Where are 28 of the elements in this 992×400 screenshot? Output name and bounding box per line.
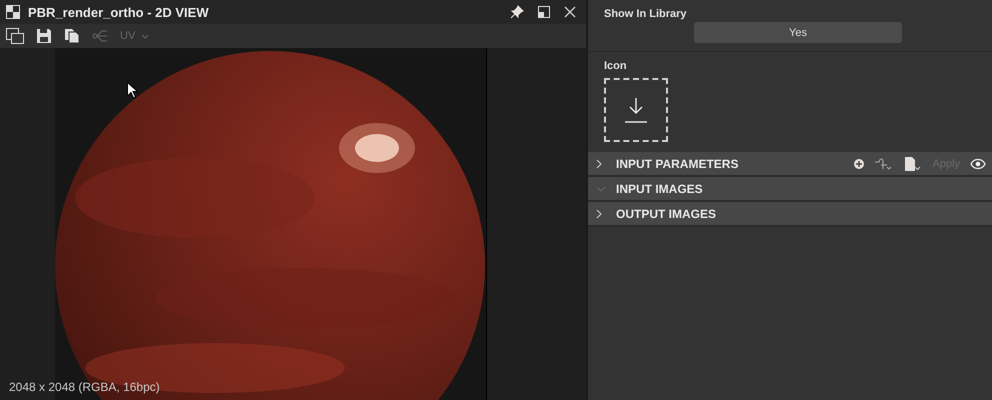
section-title: INPUT IMAGES: [616, 182, 703, 196]
download-icon: [624, 97, 648, 123]
window-title: PBR_render_ortho - 2D VIEW: [28, 4, 209, 20]
add-icon[interactable]: [854, 158, 864, 168]
section-title: OUTPUT IMAGES: [616, 206, 716, 220]
section-header[interactable]: OUTPUT IMAGES: [588, 202, 992, 227]
chevron-right-icon: [596, 158, 602, 168]
checker-icon: [6, 5, 20, 19]
chevron-down-icon: [596, 186, 606, 192]
close-icon[interactable]: [564, 6, 576, 18]
export-icon[interactable]: [6, 28, 24, 44]
pin-icon[interactable]: [510, 5, 524, 19]
document-dropdown-icon[interactable]: [904, 156, 922, 172]
property-label: Show In Library: [604, 8, 688, 20]
section-title: INPUT PARAMETERS: [616, 156, 738, 170]
image-info: 2048 x 2048 (RGBA, 16bpc): [9, 380, 160, 394]
restore-icon[interactable]: [538, 6, 550, 18]
caret-icon: [141, 34, 150, 38]
cursor-icon: [127, 82, 138, 99]
property-label: Icon: [604, 60, 628, 72]
eye-icon[interactable]: [970, 158, 986, 170]
toggle-button[interactable]: Yes: [694, 22, 902, 43]
icon-drop-zone[interactable]: [604, 78, 668, 142]
chevron-right-icon: [596, 208, 602, 218]
curve-dropdown-icon[interactable]: [874, 156, 894, 170]
section-header[interactable]: INPUT IMAGES: [588, 177, 992, 202]
save-icon[interactable]: [36, 28, 52, 44]
copy-icon[interactable]: [64, 28, 80, 44]
